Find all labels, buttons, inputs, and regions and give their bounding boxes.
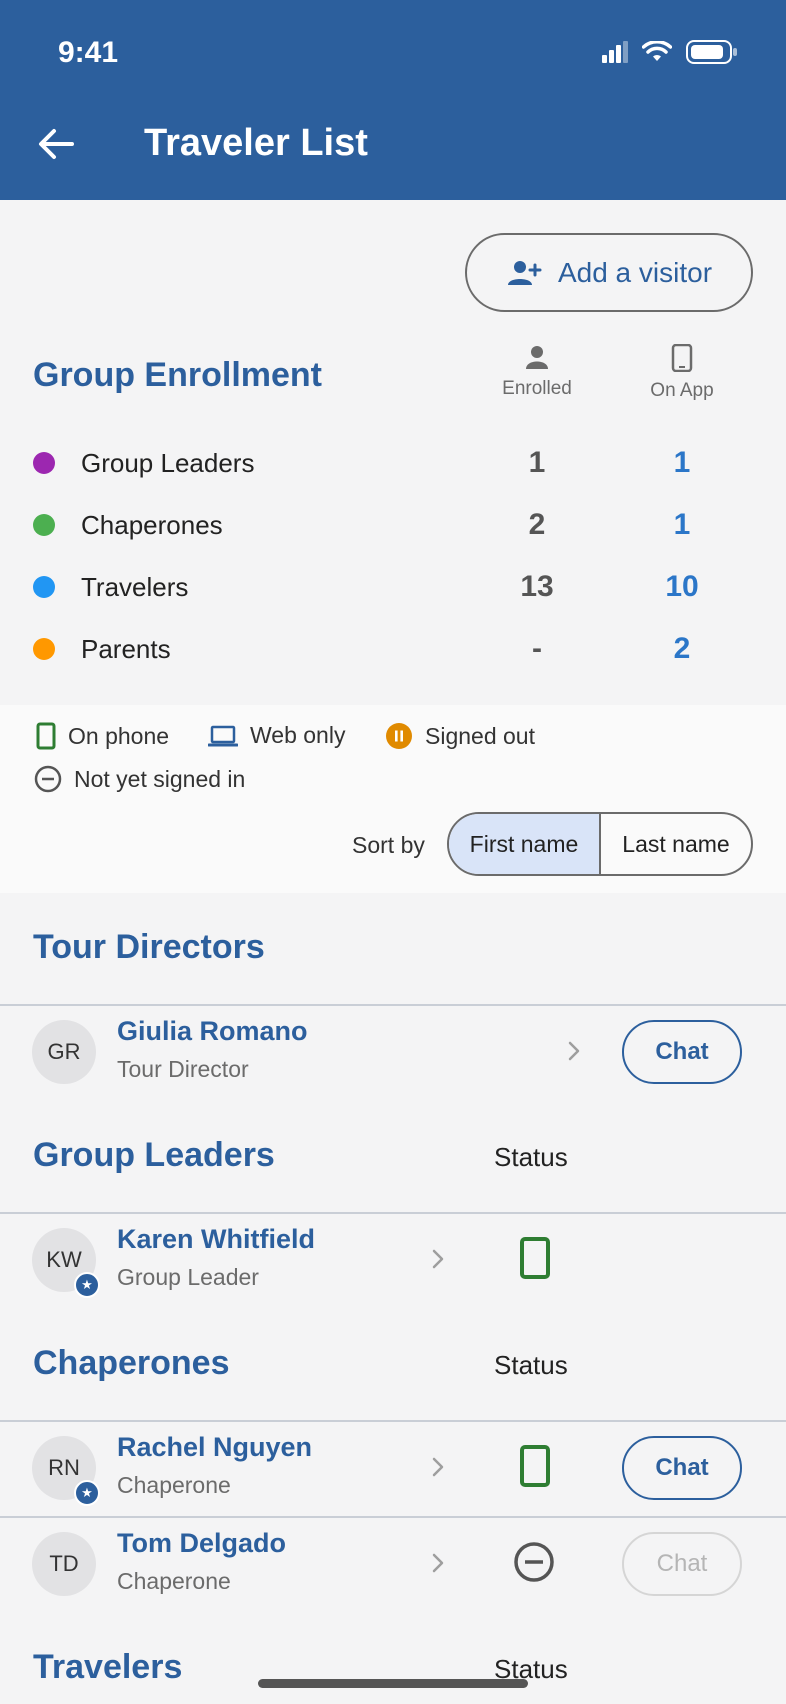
star-badge-icon: ★ (74, 1272, 100, 1298)
person-row[interactable]: TD Tom Delgado Chaperone Chat (0, 1518, 786, 1614)
person-row[interactable]: KW ★ Karen Whitfield Group Leader (0, 1214, 786, 1310)
avatar: GR (32, 1020, 96, 1084)
on-app-label: On App (650, 380, 714, 401)
on-app-count: 1 (673, 446, 691, 479)
green-dot-icon (33, 514, 55, 536)
enrollment-row-parents: Parents - 2 (0, 624, 786, 674)
not-signed-in-status-icon (514, 1542, 554, 1582)
status-column-header: Status (494, 1350, 568, 1380)
legend-web-only: Web only (208, 722, 345, 749)
chevron-right-icon[interactable] (425, 1452, 451, 1482)
legend-signed-out: Signed out (385, 722, 535, 750)
orange-dot-icon (33, 638, 55, 660)
status-column-header: Status (494, 1142, 568, 1172)
chevron-right-icon[interactable] (561, 1036, 587, 1066)
person-row[interactable]: GR Giulia Romano Tour Director Chat (0, 1006, 786, 1102)
star-badge-icon: ★ (74, 1480, 100, 1506)
phone-green-icon (36, 722, 56, 750)
person-role: Chaperone (117, 1472, 231, 1498)
group-enrollment-title: Group Enrollment (33, 356, 322, 394)
enrolled-count: - (532, 632, 542, 665)
legend-web-only-label: Web only (250, 722, 346, 748)
avatar: TD (32, 1532, 96, 1596)
enrollment-label: Travelers (81, 572, 189, 602)
sort-last-name-option[interactable]: Last name (601, 814, 751, 874)
on-phone-status-icon (520, 1445, 550, 1487)
add-person-icon (507, 260, 542, 285)
person-name: Tom Delgado (117, 1528, 287, 1558)
enrollment-label: Parents (81, 634, 171, 664)
status-time: 9:41 (58, 36, 119, 69)
enrollment-label: Group Leaders (81, 448, 255, 478)
section-title-travelers: Travelers (33, 1648, 183, 1686)
status-icons (602, 40, 738, 64)
person-name: Karen Whitfield (117, 1224, 316, 1254)
chevron-right-icon[interactable] (425, 1548, 451, 1578)
chat-button[interactable]: Chat (622, 1020, 742, 1084)
legend-on-phone-label: On phone (68, 722, 170, 749)
chevron-right-icon[interactable] (425, 1244, 451, 1274)
cellular-signal-icon (602, 41, 628, 63)
enrollment-row-group-leaders: Group Leaders 1 1 (0, 438, 786, 488)
person-name: Rachel Nguyen (117, 1432, 313, 1462)
enrollment-row-chaperones: Chaperones 2 1 (0, 500, 786, 550)
page-title: Traveler List (144, 122, 368, 164)
blue-dot-icon (33, 576, 55, 598)
back-arrow-icon[interactable] (34, 122, 78, 166)
purple-dot-icon (33, 452, 55, 474)
home-indicator (258, 1679, 528, 1688)
on-app-count: 1 (673, 508, 691, 541)
on-app-count: 10 (665, 570, 699, 603)
laptop-icon (208, 725, 238, 746)
wifi-icon (642, 41, 672, 61)
add-visitor-label: Add a visitor (557, 256, 713, 288)
add-visitor-button[interactable]: Add a visitor (465, 233, 753, 312)
person-name: Giulia Romano (117, 1016, 308, 1046)
enrolled-column-header: Enrolled (477, 344, 597, 400)
person-role: Chaperone (117, 1568, 231, 1594)
on-app-column-header: On App (622, 344, 742, 402)
app-header: 9:41 Traveler List (0, 0, 786, 200)
enrolled-count: 13 (520, 570, 554, 603)
enrolled-count: 1 (528, 446, 546, 479)
enrolled-label: Enrolled (502, 378, 572, 399)
phone-icon (671, 344, 693, 372)
sort-first-name-option[interactable]: First name (449, 814, 601, 874)
chat-button-disabled[interactable]: Chat (622, 1532, 742, 1596)
section-title-chaperones: Chaperones (33, 1344, 230, 1382)
person-role: Group Leader (117, 1264, 259, 1290)
sort-by-label: Sort by (352, 832, 425, 858)
legend-not-signed-in-label: Not yet signed in (74, 765, 246, 792)
enrolled-count: 2 (528, 508, 546, 541)
battery-icon (686, 40, 737, 64)
person-role: Tour Director (117, 1056, 249, 1082)
minus-circle-icon (34, 765, 62, 793)
legend-not-signed-in: Not yet signed in (34, 765, 245, 793)
section-title-tour-directors: Tour Directors (33, 928, 265, 966)
section-title-group-leaders: Group Leaders (33, 1136, 275, 1174)
pause-circle-icon (386, 723, 412, 749)
enrollment-row-travelers: Travelers 13 10 (0, 562, 786, 612)
enrollment-label: Chaperones (81, 510, 223, 540)
chat-button[interactable]: Chat (622, 1436, 742, 1500)
on-app-count: 2 (673, 632, 691, 665)
sort-toggle: First name Last name (447, 812, 753, 876)
legend-on-phone: On phone (36, 722, 169, 750)
on-phone-status-icon (520, 1237, 550, 1279)
person-row[interactable]: RN ★ Rachel Nguyen Chaperone Chat (0, 1422, 786, 1518)
legend-signed-out-label: Signed out (425, 722, 535, 749)
person-icon (526, 346, 548, 369)
